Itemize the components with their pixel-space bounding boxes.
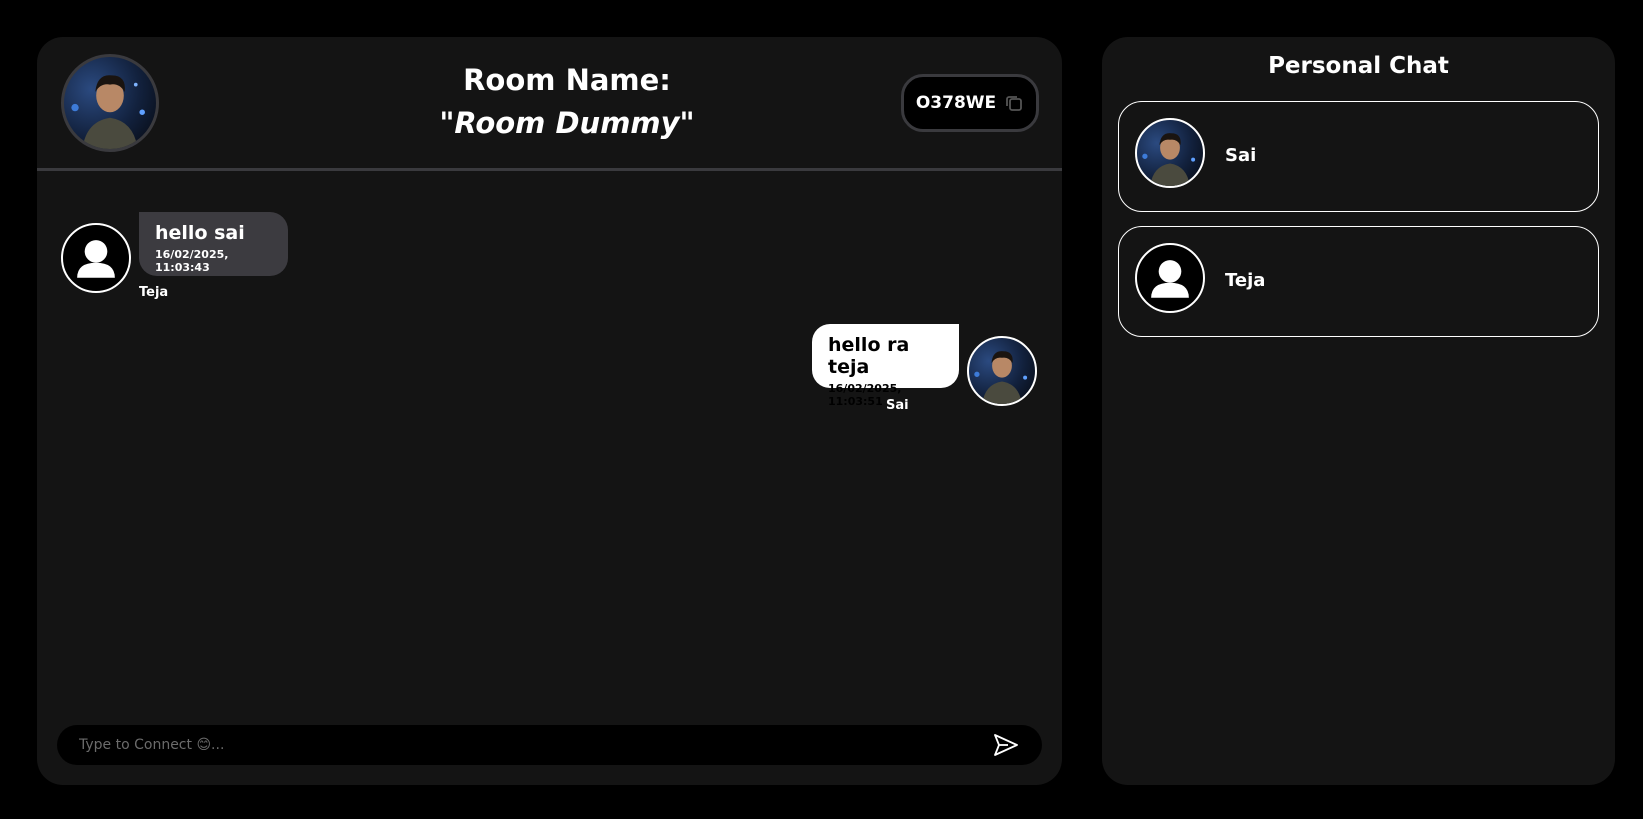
chat-panel: Room Name: "Room Dummy" O378WE hello sai… — [37, 37, 1062, 785]
message-sender: Sai — [886, 398, 909, 413]
room-name: "Room Dummy" — [439, 106, 695, 140]
room-code-copy-button[interactable]: O378WE — [901, 74, 1039, 132]
profile-photo-icon — [974, 351, 1028, 404]
current-user-avatar[interactable] — [61, 54, 159, 152]
contact-name: Sai — [1225, 145, 1257, 166]
send-button[interactable] — [992, 731, 1020, 759]
profile-photo-icon — [1142, 133, 1196, 186]
message-text: hello ra teja — [828, 334, 910, 378]
sai-avatar — [967, 336, 1037, 406]
user-icon — [77, 240, 115, 278]
contact-item-teja[interactable]: Teja — [1118, 226, 1599, 337]
message-timestamp: 16/02/2025, 11:03:43 — [155, 248, 229, 274]
panel-title: Personal Chat — [1268, 53, 1449, 79]
message-composer — [57, 725, 1042, 765]
message-bubble-received: hello sai 16/02/2025, 11:03:43 — [139, 212, 288, 276]
room-code: O378WE — [915, 93, 997, 113]
user-icon — [1151, 260, 1189, 298]
message-sender: Teja — [139, 285, 169, 300]
copy-icon — [1004, 93, 1024, 113]
teja-avatar — [61, 223, 131, 293]
message-input[interactable] — [79, 725, 959, 765]
send-icon — [994, 734, 1018, 756]
message-text: hello sai — [155, 222, 245, 244]
contact-avatar — [1135, 118, 1205, 188]
room-name-label: Room Name: — [463, 63, 671, 97]
message-bubble-sent: hello ra teja 16/02/2025, 11:03:51 — [812, 324, 959, 408]
contact-name: Teja — [1225, 270, 1266, 291]
chat-header: Room Name: "Room Dummy" O378WE — [37, 37, 1062, 171]
profile-photo-icon — [71, 75, 145, 149]
contact-avatar — [1135, 243, 1205, 313]
contact-item-sai[interactable]: Sai — [1118, 101, 1599, 212]
personal-chat-panel: Personal Chat Sai Teja — [1102, 37, 1615, 785]
